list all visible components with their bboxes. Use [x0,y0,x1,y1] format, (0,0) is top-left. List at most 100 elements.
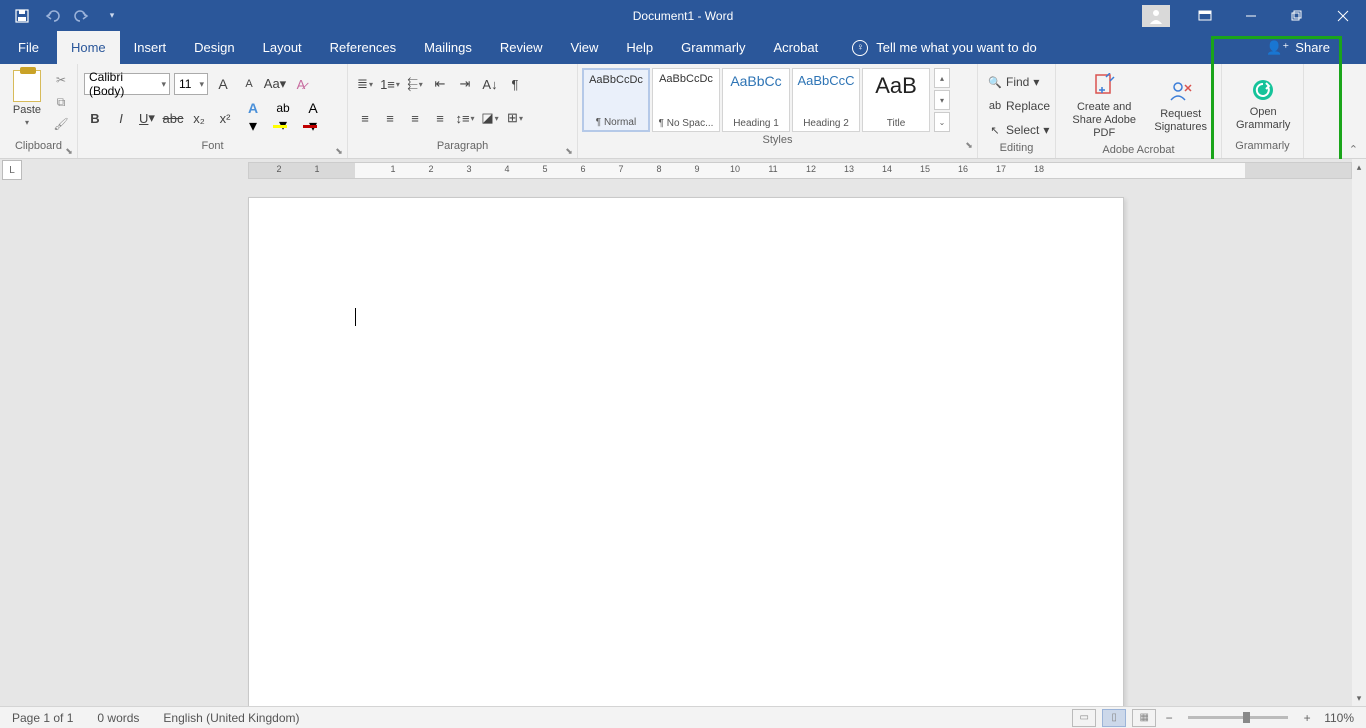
save-icon[interactable] [8,2,36,30]
page-indicator[interactable]: Page 1 of 1 [0,711,85,725]
borders-icon[interactable]: ⊞ [504,107,526,129]
share-label: Share [1295,40,1330,55]
align-center-icon[interactable]: ≡ [379,107,401,129]
tab-references[interactable]: References [316,31,410,64]
italic-button[interactable]: I [110,107,132,129]
maximize-button[interactable] [1274,0,1320,31]
web-layout-icon[interactable]: ▦ [1132,709,1156,727]
tab-design[interactable]: Design [180,31,248,64]
styles-launcher-icon[interactable]: ⬊ [963,139,975,151]
scroll-up-icon[interactable]: ▴ [1352,159,1366,175]
styles-up-icon[interactable]: ▴ [934,68,950,88]
subscript-button[interactable]: x₂ [188,107,210,129]
copy-icon[interactable]: ⧉ [52,94,70,110]
ruler-area: L 21123456789101112131415161718 [0,159,1366,185]
tab-view[interactable]: View [556,31,612,64]
justify-icon[interactable]: ≡ [429,107,451,129]
zoom-slider[interactable] [1188,716,1288,719]
bullets-icon[interactable]: ≣ [354,73,376,95]
qat-customize-icon[interactable]: ▾ [98,2,126,30]
style-h2[interactable]: AaBbCcCHeading 2 [792,68,860,132]
tab-help[interactable]: Help [612,31,667,64]
multilevel-icon[interactable]: ⬱ [404,73,426,95]
paragraph-launcher-icon[interactable]: ⬊ [563,145,575,157]
close-button[interactable] [1320,0,1366,31]
underline-button[interactable]: U▾ [136,107,158,129]
title-bar: ▾ Document1 - Word [0,0,1366,31]
word-count[interactable]: 0 words [85,711,151,725]
zoom-in-button[interactable]: + [1300,711,1314,725]
select-button[interactable]: ↖Select ▾ [984,120,1054,140]
align-right-icon[interactable]: ≡ [404,107,426,129]
sort-icon[interactable]: A↓ [479,73,501,95]
tab-acrobat[interactable]: Acrobat [759,31,832,64]
paste-button[interactable]: Paste ▾ [6,68,48,138]
style-normal[interactable]: AaBbCcDc¶ Normal [582,68,650,132]
scroll-down-icon[interactable]: ▾ [1352,690,1366,706]
decrease-indent-icon[interactable]: ⇤ [429,73,451,95]
shrink-font-icon[interactable]: A [238,73,260,95]
undo-icon[interactable] [38,2,66,30]
group-grammarly: Open Grammarly Grammarly [1222,64,1304,158]
text-effects-icon[interactable]: A▾ [240,107,266,129]
share-button[interactable]: 👤⁺ Share [1248,31,1348,64]
format-painter-icon[interactable]: 🖌 [52,116,70,132]
styles-down-icon[interactable]: ▾ [934,90,950,110]
document-page[interactable] [248,197,1124,717]
tell-me-label: Tell me what you want to do [876,40,1036,55]
cut-icon[interactable]: ✂ [52,72,70,88]
font-name-select[interactable]: Calibri (Body) [84,73,170,95]
collapse-ribbon-icon[interactable]: ⌃ [1345,141,1362,158]
grow-font-icon[interactable]: A [212,73,234,95]
minimize-button[interactable] [1228,0,1274,31]
zoom-out-button[interactable]: − [1162,711,1176,725]
language-indicator[interactable]: English (United Kingdom) [151,711,311,725]
redo-icon[interactable] [68,2,96,30]
show-marks-icon[interactable]: ¶ [504,73,526,95]
tab-mailings[interactable]: Mailings [410,31,486,64]
bold-button[interactable]: B [84,107,106,129]
font-size-select[interactable]: 11 [174,73,208,95]
font-color-icon[interactable]: A▾ [300,107,326,129]
tab-home[interactable]: Home [57,31,120,64]
replace-button[interactable]: abReplace [984,96,1054,116]
tell-me-search[interactable]: ♀ Tell me what you want to do [852,31,1036,64]
styles-more-icon[interactable]: ⌄ [934,112,950,132]
read-mode-icon[interactable]: ▭ [1072,709,1096,727]
title-right [1142,0,1366,31]
status-bar: Page 1 of 1 0 words English (United King… [0,706,1366,728]
tab-selector[interactable]: L [2,160,22,180]
group-styles: AaBbCcDc¶ NormalAaBbCcDc¶ No Spac...AaBb… [578,64,978,158]
strike-button[interactable]: abc [162,107,184,129]
tab-grammarly[interactable]: Grammarly [667,31,759,64]
clear-format-icon[interactable]: A̷ [290,73,312,95]
ribbon-display-options-icon[interactable] [1182,0,1228,31]
print-layout-icon[interactable]: ▯ [1102,709,1126,727]
request-signatures-button[interactable]: Request Signatures [1146,68,1215,142]
style-nospace[interactable]: AaBbCcDc¶ No Spac... [652,68,720,132]
change-case-icon[interactable]: Aa▾ [264,73,286,95]
find-button[interactable]: 🔍Find ▾ [984,72,1054,92]
shading-icon[interactable]: ◪ [479,107,501,129]
account-avatar[interactable] [1142,5,1170,27]
text-cursor [355,308,356,326]
style-h1[interactable]: AaBbCcHeading 1 [722,68,790,132]
tab-layout[interactable]: Layout [249,31,316,64]
tab-insert[interactable]: Insert [120,31,181,64]
superscript-button[interactable]: x² [214,107,236,129]
create-share-pdf-button[interactable]: Create and Share Adobe PDF [1062,68,1146,142]
zoom-level[interactable]: 110% [1320,711,1358,725]
vertical-scrollbar[interactable]: ▴ ▾ [1352,159,1366,706]
align-left-icon[interactable]: ≡ [354,107,376,129]
tab-file[interactable]: File [0,31,57,64]
font-launcher-icon[interactable]: ⬊ [333,145,345,157]
line-spacing-icon[interactable]: ↕≡ [454,107,476,129]
open-grammarly-button[interactable]: Open Grammarly [1228,68,1298,138]
style-title[interactable]: AaBTitle [862,68,930,132]
tab-review[interactable]: Review [486,31,557,64]
clipboard-launcher-icon[interactable]: ⬊ [63,145,75,157]
increase-indent-icon[interactable]: ⇥ [454,73,476,95]
numbering-icon[interactable]: 1≡ [379,73,401,95]
horizontal-ruler[interactable]: 21123456789101112131415161718 [248,162,1352,179]
highlight-icon[interactable]: ab▾ [270,107,296,129]
